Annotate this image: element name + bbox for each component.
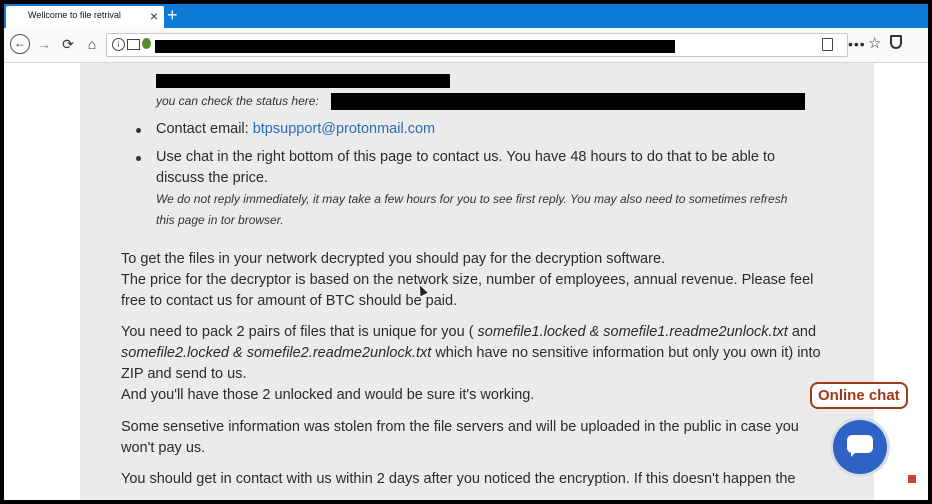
- tab-title: Wellcome to file retrival: [28, 10, 121, 20]
- browser-window: Wellcome to file retrival × + ← → ⟳ ⌂ i …: [4, 4, 928, 500]
- url-redaction: [155, 40, 675, 53]
- contact-email-line: Contact email: btpsupport@protonmail.com: [156, 119, 435, 140]
- tab-bar: Wellcome to file retrival × +: [4, 4, 928, 28]
- chat-button[interactable]: [833, 420, 887, 474]
- chat-note-line-2: this page in tor browser.: [156, 213, 284, 227]
- onion-icon: [142, 38, 151, 49]
- test-files-text: which have no sensitive information but …: [431, 345, 821, 361]
- forward-arrow-icon[interactable]: →: [34, 34, 54, 54]
- test-files-text: You need to pack 2 pairs of files that i…: [121, 324, 478, 340]
- page-actions-menu-icon[interactable]: •••: [848, 36, 866, 52]
- test-files-line-4: And you'll have those 2 unlocked and wou…: [121, 387, 535, 403]
- chat-instruction-line-1: Use chat in the right bottom of this pag…: [156, 149, 776, 165]
- test-files-line-3: ZIP and send to us.: [121, 366, 247, 382]
- bookmark-star-icon[interactable]: ☆: [868, 34, 881, 52]
- home-icon[interactable]: ⌂: [82, 34, 102, 54]
- deadline-line-1: You should get in contact with us within…: [121, 471, 796, 487]
- corner-indicator-icon: [908, 475, 916, 483]
- close-tab-icon[interactable]: ×: [150, 8, 158, 24]
- page-viewport: you can check the status here: Contact e…: [4, 63, 928, 500]
- url-bar[interactable]: i: [106, 33, 848, 57]
- bullet-point: [136, 156, 141, 161]
- contact-email-label: Contact email:: [156, 121, 249, 137]
- payment-paragraph-line-3: free to contact us for amount of BTC sho…: [121, 293, 458, 309]
- ransom-note-content: you can check the status here: Contact e…: [80, 63, 874, 500]
- contact-email-link[interactable]: btpsupport@protonmail.com: [253, 121, 435, 137]
- test-files-filenames: somefile1.locked & somefile1.readme2unlo…: [477, 324, 788, 340]
- redacted-top-line: [156, 74, 450, 88]
- chat-bubble-icon: [847, 435, 873, 457]
- back-arrow-icon[interactable]: ←: [10, 34, 30, 54]
- online-chat-label[interactable]: Online chat: [810, 382, 908, 409]
- redacted-status-url: [331, 93, 805, 110]
- navigation-bar: ← → ⟳ ⌂ i ••• ☆: [4, 28, 928, 63]
- tab-active[interactable]: Wellcome to file retrival ×: [6, 6, 164, 28]
- image-icon[interactable]: [127, 39, 140, 50]
- payment-paragraph-line-1: To get the files in your network decrypt…: [121, 251, 666, 267]
- test-files-line-1: You need to pack 2 pairs of files that i…: [121, 322, 816, 343]
- bullet-point: [136, 128, 141, 133]
- test-files-line-2: somefile2.locked & somefile2.readme2unlo…: [121, 343, 821, 364]
- status-line-text: you can check the status here:: [156, 94, 319, 108]
- chat-note-line-1: We do not reply immediately, it may take…: [156, 192, 788, 206]
- reader-view-icon[interactable]: [822, 38, 833, 51]
- chat-instruction-line-2: discuss the price.: [156, 170, 269, 186]
- new-tab-icon[interactable]: +: [167, 4, 178, 26]
- payment-paragraph-line-2: The price for the decryptor is based on …: [121, 272, 814, 288]
- reload-icon[interactable]: ⟳: [58, 34, 78, 54]
- data-leak-line-2: won't pay us.: [121, 440, 206, 456]
- test-files-text: and: [787, 324, 817, 340]
- shield-icon[interactable]: [890, 35, 902, 49]
- data-leak-line-1: Some sensetive information was stolen fr…: [121, 419, 799, 435]
- test-files-filenames: somefile2.locked & somefile2.readme2unlo…: [121, 345, 432, 361]
- info-icon[interactable]: i: [112, 38, 125, 51]
